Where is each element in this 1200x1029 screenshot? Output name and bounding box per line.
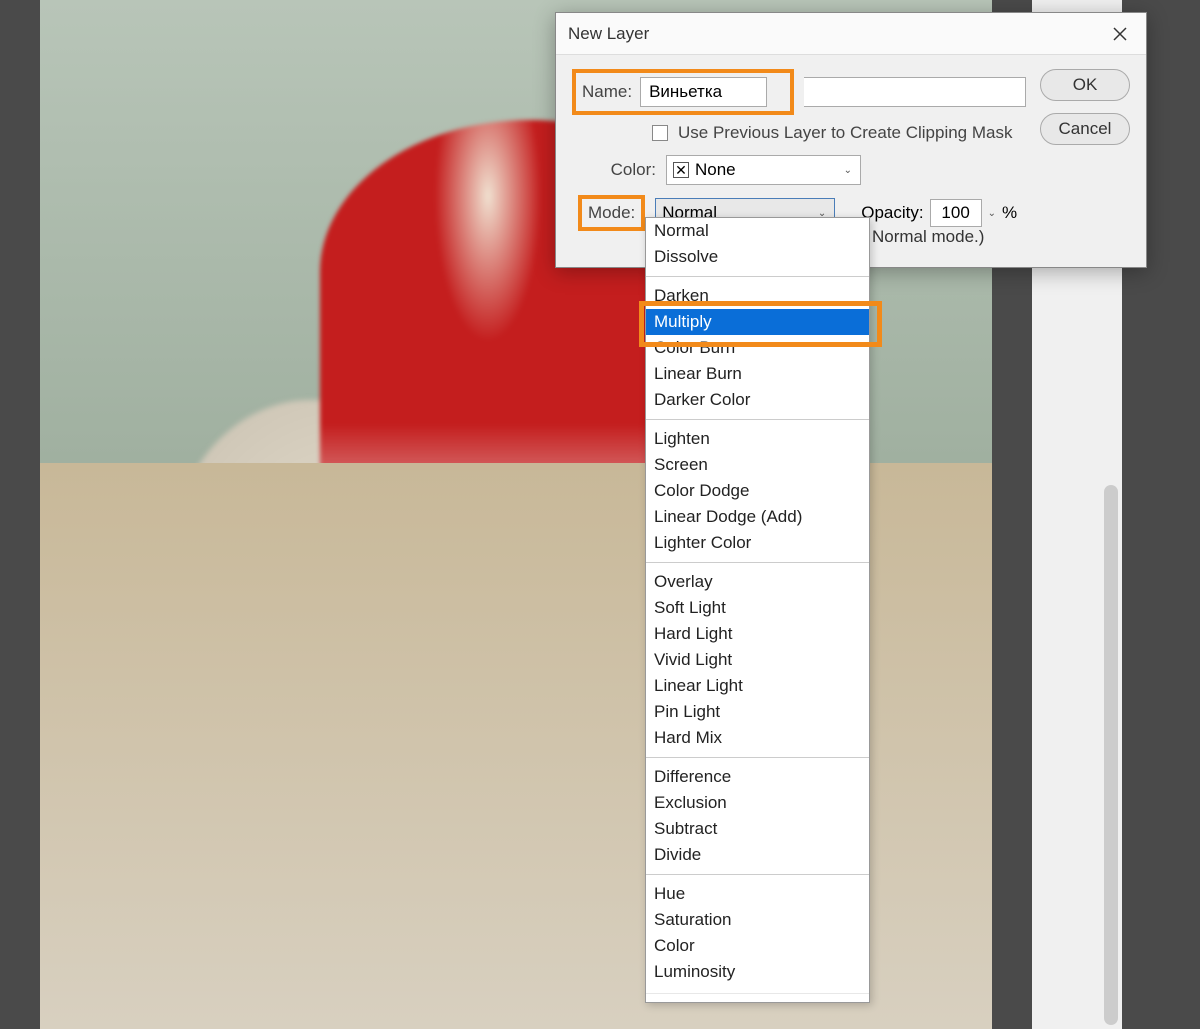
dropdown-separator bbox=[646, 419, 869, 420]
dropdown-separator bbox=[646, 757, 869, 758]
ok-button-label: OK bbox=[1073, 75, 1098, 95]
chevron-down-icon: ⌄ bbox=[844, 165, 852, 176]
opacity-input[interactable]: 100 bbox=[930, 199, 982, 227]
dropdown-separator bbox=[646, 993, 869, 994]
name-input[interactable]: Виньетка bbox=[640, 77, 767, 107]
blend-mode-option-highlighted[interactable]: Multiply bbox=[646, 309, 869, 335]
blend-mode-option[interactable]: Linear Burn bbox=[646, 361, 869, 387]
blend-mode-option[interactable]: Darker Color bbox=[646, 387, 869, 413]
close-icon[interactable] bbox=[1106, 20, 1134, 48]
blend-mode-option[interactable]: Saturation bbox=[646, 907, 869, 933]
name-input-extension[interactable] bbox=[804, 77, 1026, 107]
photo-rock-shape bbox=[170, 400, 530, 820]
blend-mode-option[interactable]: Dissolve bbox=[646, 244, 869, 270]
opacity-unit: % bbox=[1002, 203, 1017, 223]
blend-mode-option[interactable]: Vivid Light bbox=[646, 647, 869, 673]
opacity-value: 100 bbox=[941, 203, 969, 223]
name-label: Name: bbox=[582, 82, 632, 102]
cancel-button[interactable]: Cancel bbox=[1040, 113, 1130, 145]
blend-mode-option[interactable]: Luminosity bbox=[646, 959, 869, 985]
blend-mode-option[interactable]: Darken bbox=[646, 283, 869, 309]
blend-mode-option[interactable]: Pin Light bbox=[646, 699, 869, 725]
blend-mode-dropdown: Normal Dissolve Darken Multiply Color Bu… bbox=[645, 217, 870, 1003]
name-value: Виньетка bbox=[649, 82, 722, 102]
dropdown-separator bbox=[646, 874, 869, 875]
clipping-mask-label: Use Previous Layer to Create Clipping Ma… bbox=[678, 123, 1012, 143]
blend-mode-option[interactable]: Color Dodge bbox=[646, 478, 869, 504]
blend-mode-option[interactable]: Lighter Color bbox=[646, 530, 869, 556]
blend-mode-option[interactable]: Normal bbox=[646, 218, 869, 244]
blend-mode-option[interactable]: Subtract bbox=[646, 816, 869, 842]
dialog-titlebar[interactable]: New Layer bbox=[556, 13, 1146, 55]
cancel-button-label: Cancel bbox=[1059, 119, 1112, 139]
blend-mode-option[interactable]: Overlay bbox=[646, 569, 869, 595]
blend-mode-option[interactable]: Difference bbox=[646, 764, 869, 790]
chevron-down-icon[interactable]: ⌄ bbox=[988, 208, 996, 219]
blend-mode-option[interactable]: Hard Mix bbox=[646, 725, 869, 751]
mode-label: Mode: bbox=[588, 203, 635, 223]
blend-mode-option[interactable]: Screen bbox=[646, 452, 869, 478]
ok-button[interactable]: OK bbox=[1040, 69, 1130, 101]
blend-mode-option[interactable]: Exclusion bbox=[646, 790, 869, 816]
neutral-color-hint: Normal mode.) bbox=[872, 227, 984, 247]
dialog-title: New Layer bbox=[568, 24, 1106, 44]
dropdown-separator bbox=[646, 276, 869, 277]
blend-mode-option[interactable]: Color bbox=[646, 933, 869, 959]
color-value: None bbox=[695, 160, 736, 180]
blend-mode-option[interactable]: Color Burn bbox=[646, 335, 869, 361]
opacity-label: Opacity: bbox=[861, 203, 923, 223]
blend-mode-option[interactable]: Linear Dodge (Add) bbox=[646, 504, 869, 530]
vertical-scrollbar[interactable] bbox=[1104, 485, 1118, 1025]
blend-mode-option[interactable]: Lighten bbox=[646, 426, 869, 452]
blend-mode-option[interactable]: Linear Light bbox=[646, 673, 869, 699]
blend-mode-option[interactable]: Hard Light bbox=[646, 621, 869, 647]
mode-highlight-box: Mode: bbox=[578, 195, 645, 231]
clipping-mask-checkbox[interactable] bbox=[652, 125, 668, 141]
blend-mode-option[interactable]: Divide bbox=[646, 842, 869, 868]
no-color-icon: ✕ bbox=[673, 162, 689, 178]
name-highlight-box: Name: Виньетка bbox=[572, 69, 794, 115]
blend-mode-option[interactable]: Soft Light bbox=[646, 595, 869, 621]
dropdown-separator bbox=[646, 562, 869, 563]
color-label: Color: bbox=[596, 160, 656, 180]
color-select[interactable]: ✕ None ⌄ bbox=[666, 155, 861, 185]
blend-mode-option[interactable]: Hue bbox=[646, 881, 869, 907]
